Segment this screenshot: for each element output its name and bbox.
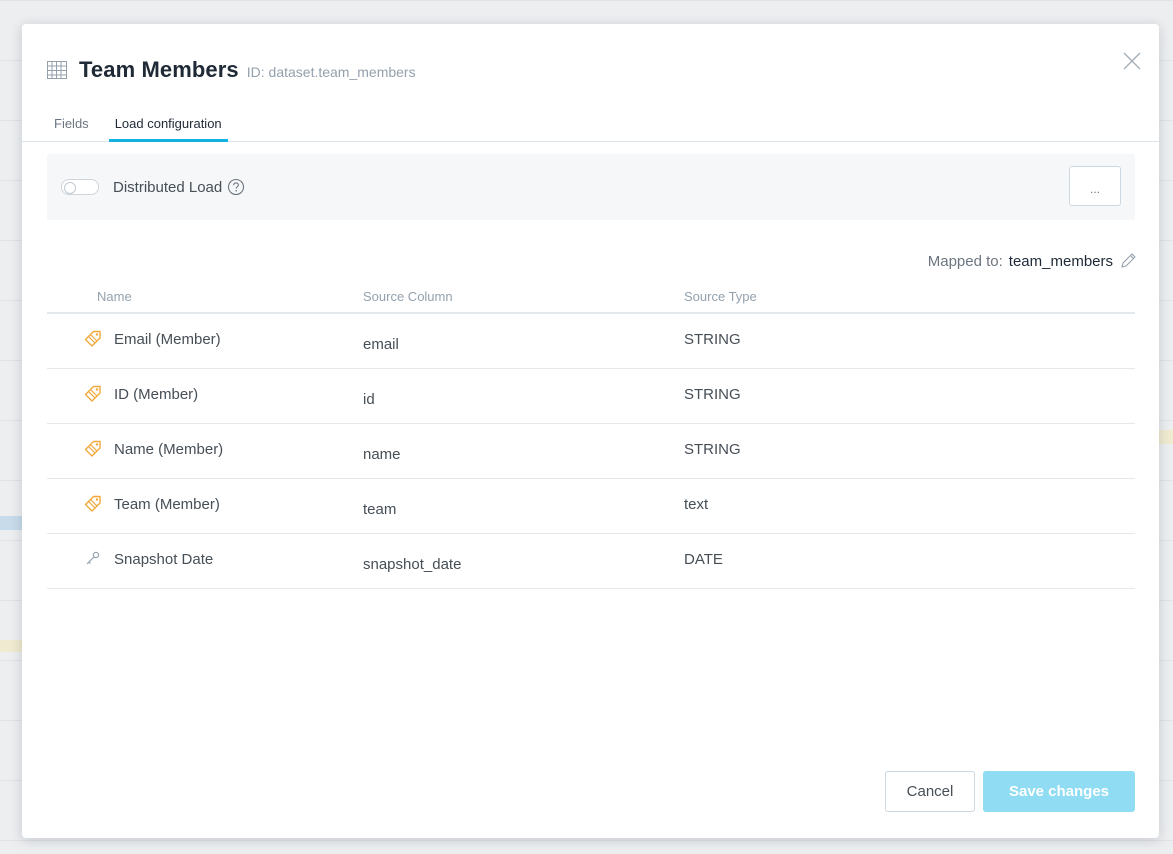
distributed-load-toggle[interactable] xyxy=(61,179,99,195)
backdrop-element xyxy=(0,516,22,530)
save-changes-button[interactable]: Save changes xyxy=(983,771,1135,812)
field-name: ID (Member) xyxy=(114,385,199,403)
dataset-detail-dialog: Team Members ID: dataset.team_members Fi… xyxy=(22,24,1159,838)
attribute-tag-icon xyxy=(84,385,101,402)
field-source-column: name xyxy=(363,445,401,463)
table-row: Snapshot Date snapshot_date DATE xyxy=(47,534,1135,589)
field-source-type: STRING xyxy=(684,440,741,458)
column-header-name: Name xyxy=(97,289,132,304)
table-icon xyxy=(47,61,67,79)
dataset-title: Team Members xyxy=(79,57,239,82)
more-options-button[interactable]: ... xyxy=(1069,166,1121,206)
tab-bar: Fields Load configuration xyxy=(22,110,1159,142)
mapped-to: Mapped to: team_members xyxy=(928,252,1137,270)
field-name: Email (Member) xyxy=(114,330,221,348)
column-header-source-type: Source Type xyxy=(684,289,757,304)
attribute-tag-icon xyxy=(84,495,101,512)
pencil-icon[interactable] xyxy=(1119,252,1137,270)
distributed-load-label: Distributed Load xyxy=(113,178,223,196)
mapped-to-label: Mapped to: xyxy=(927,252,1003,270)
tab-load-configuration[interactable]: Load configuration xyxy=(108,110,228,142)
field-name: Snapshot Date xyxy=(114,550,214,568)
cancel-button[interactable]: Cancel xyxy=(885,771,975,812)
attribute-tag-icon xyxy=(84,330,101,347)
table-row: Email (Member) email STRING xyxy=(47,314,1135,369)
table-row: Name (Member) name STRING xyxy=(47,424,1135,479)
field-source-column: email xyxy=(363,335,399,353)
field-name: Name (Member) xyxy=(114,440,224,458)
dialog-footer: Cancel Save changes xyxy=(885,771,1135,812)
field-source-type: STRING xyxy=(684,330,741,348)
field-source-column: id xyxy=(363,390,375,408)
dialog-header: Team Members ID: dataset.team_members xyxy=(47,57,416,83)
field-source-type: text xyxy=(684,495,709,513)
key-icon xyxy=(86,551,100,565)
field-source-type: STRING xyxy=(684,385,741,403)
attribute-tag-icon xyxy=(84,440,101,457)
field-mapping-table: Name Source Column Source Type Email (Me… xyxy=(47,286,1135,589)
close-icon[interactable] xyxy=(1121,50,1143,72)
table-row: Team (Member) team text xyxy=(47,479,1135,534)
load-config-bar: Distributed Load ... xyxy=(47,154,1135,220)
tab-fields[interactable]: Fields xyxy=(54,110,89,142)
dataset-id: ID: dataset.team_members xyxy=(246,64,416,80)
field-source-column: snapshot_date xyxy=(363,555,462,573)
mapped-to-value: team_members xyxy=(1008,252,1113,270)
field-name: Team (Member) xyxy=(114,495,220,513)
help-icon[interactable] xyxy=(227,178,245,196)
field-source-column: team xyxy=(363,500,397,518)
table-header: Name Source Column Source Type xyxy=(47,286,1135,314)
backdrop-element xyxy=(0,640,22,652)
field-source-type: DATE xyxy=(684,550,723,568)
backdrop-element xyxy=(1159,430,1173,444)
table-row: ID (Member) id STRING xyxy=(47,369,1135,424)
column-header-source-column: Source Column xyxy=(363,289,453,304)
